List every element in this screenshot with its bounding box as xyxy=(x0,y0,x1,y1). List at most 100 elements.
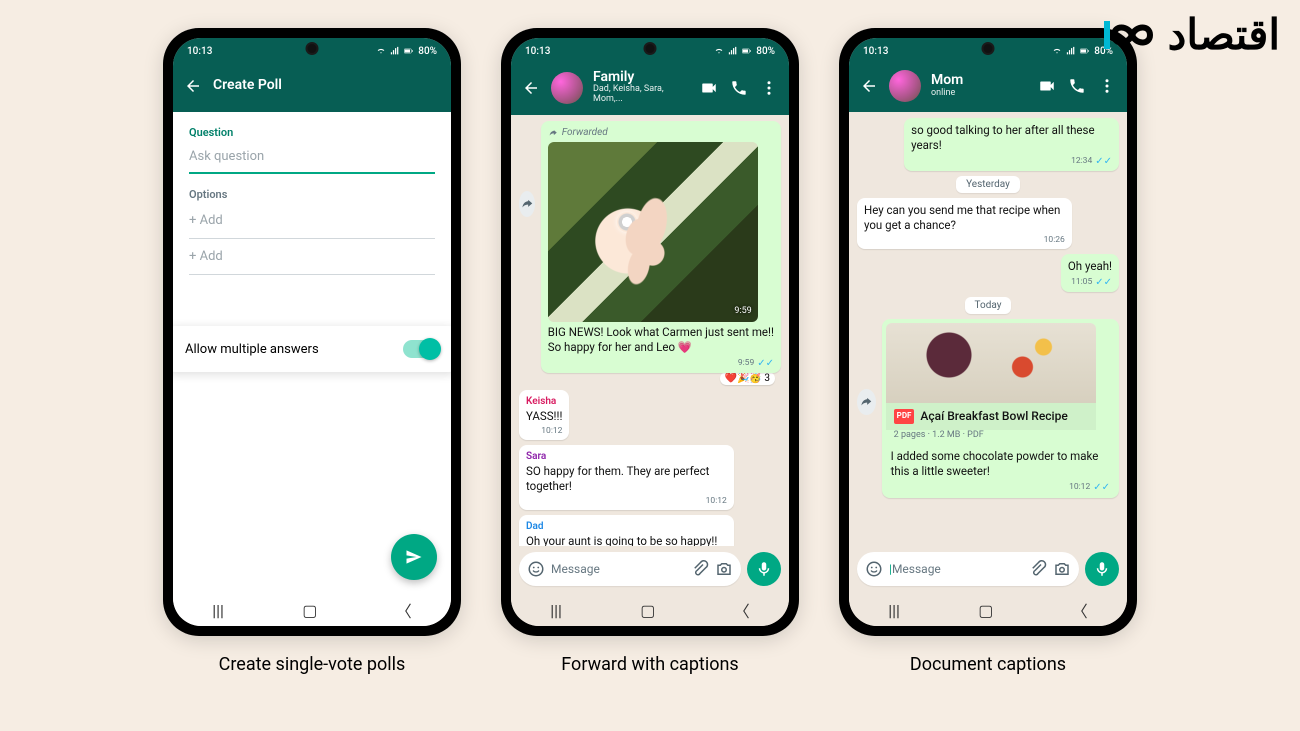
videocall-button[interactable] xyxy=(699,78,719,98)
document-row[interactable]: PDF Açaí Breakfast Bowl Recipe xyxy=(886,403,1096,431)
out-message-2[interactable]: Oh yeah! 11:05✓✓ xyxy=(1061,254,1119,292)
message-reactions[interactable]: ❤️🎉🥳 3 xyxy=(720,372,775,385)
composer: Message xyxy=(511,546,789,594)
forward-share-button[interactable] xyxy=(857,389,876,415)
sender-name: Sara xyxy=(526,450,727,463)
document-caption: I added some chocolate powder to make th… xyxy=(891,449,1110,479)
paperclip-icon[interactable] xyxy=(691,560,709,578)
date-separator-today: Today xyxy=(965,297,1012,314)
microphone-icon xyxy=(755,560,773,578)
back-arrow-icon xyxy=(522,79,540,97)
nav-back[interactable]: 〈 xyxy=(734,598,750,622)
message-dad[interactable]: Dad Oh your aunt is going to be so happy… xyxy=(519,515,734,546)
nav-recents[interactable]: ||| xyxy=(888,601,900,620)
back-button[interactable] xyxy=(183,76,203,96)
forward-share-button[interactable] xyxy=(519,191,535,217)
document-meta: 2 pages · 1.2 MB · PDF xyxy=(886,430,1096,446)
message-input[interactable]: |Message xyxy=(857,552,1079,586)
message-sara[interactable]: Sara SO happy for them. They are perfect… xyxy=(519,445,734,510)
camera-icon[interactable] xyxy=(1053,560,1071,578)
camera-notch xyxy=(984,44,993,53)
videocall-button[interactable] xyxy=(1037,76,1057,96)
media-image[interactable]: 9:59 xyxy=(548,142,758,322)
battery-icon xyxy=(742,46,752,56)
nav-back[interactable]: 〈 xyxy=(396,598,412,622)
nav-home[interactable]: ▢ xyxy=(978,601,993,620)
wifi-icon xyxy=(1052,46,1062,56)
send-poll-button[interactable] xyxy=(391,534,437,580)
msg-time: 10:26 xyxy=(1044,235,1065,246)
poll-appbar-title: Create Poll xyxy=(213,78,441,93)
wifi-icon xyxy=(376,46,386,56)
allow-multiple-answers-toggle[interactable] xyxy=(403,340,439,358)
emoji-icon[interactable] xyxy=(865,560,883,578)
battery-icon xyxy=(1080,46,1090,56)
contact-avatar[interactable] xyxy=(889,70,921,102)
chat-heading[interactable]: Mom online xyxy=(931,73,1027,98)
back-button[interactable] xyxy=(859,76,879,96)
site-watermark-logo: اقتصاد xyxy=(1102,10,1280,60)
chat-body[interactable]: Forwarded 9:59 BIG NEWS! Look what Carme… xyxy=(511,115,789,546)
caption-document: Document captions xyxy=(910,654,1066,675)
send-icon xyxy=(404,547,424,567)
allow-multiple-answers-card[interactable]: Allow multiple answers xyxy=(173,326,451,372)
nav-recents[interactable]: ||| xyxy=(212,601,224,620)
android-navbar: ||| ▢ 〈 xyxy=(511,594,789,626)
more-button[interactable] xyxy=(1097,76,1117,96)
poll-question-input[interactable]: Ask question xyxy=(189,141,435,174)
nav-home[interactable]: ▢ xyxy=(302,601,317,620)
call-button[interactable] xyxy=(729,78,749,98)
appbar-poll: Create Poll xyxy=(173,64,451,112)
android-navbar: ||| ▢ 〈 xyxy=(173,594,451,626)
msg-time: 12:34 xyxy=(1071,156,1092,167)
logo-text: اقتصاد xyxy=(1168,10,1280,60)
nav-recents[interactable]: ||| xyxy=(550,601,562,620)
media-caption: BIG NEWS! Look what Carmen just sent me!… xyxy=(548,325,774,355)
message-keisha[interactable]: Keisha YASS!!! 10:12 xyxy=(519,390,569,440)
chat-title: Family xyxy=(593,70,689,85)
message-text: Oh yeah! xyxy=(1068,259,1112,274)
status-time: 10:13 xyxy=(863,46,888,57)
document-message[interactable]: PDF Açaí Breakfast Bowl Recipe 2 pages ·… xyxy=(882,319,1119,498)
chat-body[interactable]: so good talking to her after all these y… xyxy=(849,112,1127,546)
poll-options-label: Options xyxy=(173,174,451,203)
chat-subtitle: Dad, Keisha, Sara, Mom,... xyxy=(593,85,689,105)
camera-notch xyxy=(646,44,655,53)
message-cursor: |Message xyxy=(889,562,1023,576)
more-button[interactable] xyxy=(759,78,779,98)
phone-document: 10:13 80% Mom online xyxy=(839,28,1137,636)
appbar-forward: Family Dad, Keisha, Sara, Mom,... xyxy=(511,64,789,115)
document-title: Açaí Breakfast Bowl Recipe xyxy=(920,409,1067,425)
forward-share-icon xyxy=(859,395,873,409)
poll-option-input-2[interactable]: + Add xyxy=(189,239,435,275)
out-message-1[interactable]: so good talking to her after all these y… xyxy=(904,118,1119,171)
mic-button[interactable] xyxy=(1085,552,1119,586)
emoji-icon[interactable] xyxy=(527,560,545,578)
read-ticks-icon: ✓✓ xyxy=(1095,155,1112,168)
read-ticks-icon: ✓✓ xyxy=(1095,276,1112,289)
chat-heading[interactable]: Family Dad, Keisha, Sara, Mom,... xyxy=(593,70,689,105)
poll-option-input-1[interactable]: + Add xyxy=(189,203,435,239)
camera-notch xyxy=(308,44,317,53)
nav-home[interactable]: ▢ xyxy=(640,601,655,620)
signal-icon xyxy=(728,46,738,56)
allow-multiple-answers-label: Allow multiple answers xyxy=(185,342,319,357)
group-avatar[interactable] xyxy=(551,72,583,104)
call-button[interactable] xyxy=(1067,76,1087,96)
more-vertical-icon xyxy=(760,79,778,97)
message-input[interactable]: Message xyxy=(519,552,741,586)
forwarded-label: Forwarded xyxy=(548,126,774,139)
camera-icon[interactable] xyxy=(715,560,733,578)
nav-back[interactable]: 〈 xyxy=(1072,598,1088,622)
signal-icon xyxy=(1066,46,1076,56)
in-message-1[interactable]: Hey can you send me that recipe when you… xyxy=(857,198,1072,249)
chat-title: Mom xyxy=(931,73,1027,88)
paperclip-icon[interactable] xyxy=(1029,560,1047,578)
sender-name: Dad xyxy=(526,520,727,533)
mic-button[interactable] xyxy=(747,552,781,586)
message-text: Oh your aunt is going to be so happy!! 😊 xyxy=(526,534,727,546)
status-time: 10:13 xyxy=(525,46,550,57)
back-button[interactable] xyxy=(521,78,541,98)
battery-percent: 80% xyxy=(756,46,775,57)
forwarded-media-message[interactable]: Forwarded 9:59 BIG NEWS! Look what Carme… xyxy=(541,121,781,373)
